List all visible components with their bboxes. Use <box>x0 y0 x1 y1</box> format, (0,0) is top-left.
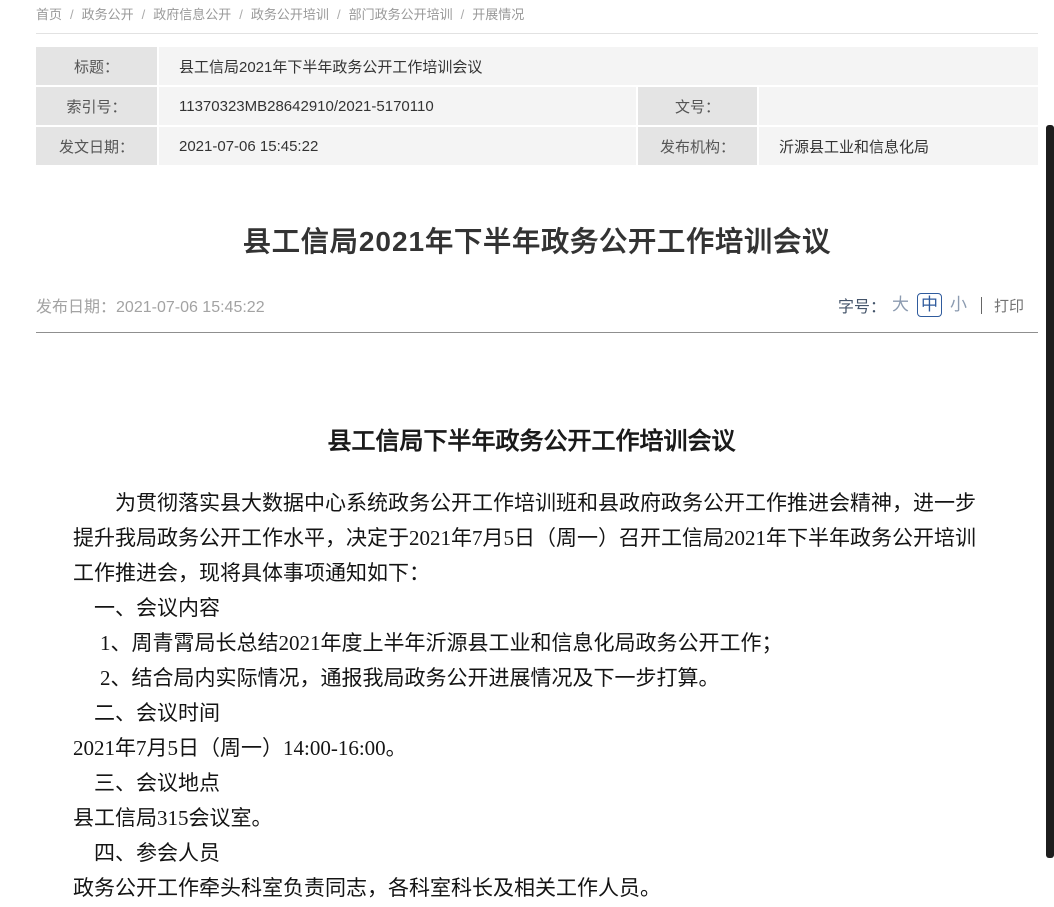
breadcrumb-separator: / <box>337 7 341 22</box>
article-paragraph: 一、会议内容 <box>94 591 990 626</box>
print-button[interactable]: 打印 <box>994 295 1024 316</box>
publish-date: 发布日期：2021-07-06 15:45:22 <box>36 293 265 317</box>
meta-title-label: 标题： <box>36 47 157 85</box>
breadcrumb-separator: / <box>461 7 465 22</box>
breadcrumb-separator: / <box>142 7 146 22</box>
breadcrumb-separator: / <box>70 7 74 22</box>
article-paragraph: 2、结合局内实际情况，通报我局政务公开进展情况及下一步打算。 <box>100 661 990 696</box>
vertical-scrollbar-thumb[interactable] <box>1046 125 1054 858</box>
article-body-title: 县工信局下半年政务公开工作培训会议 <box>73 421 990 456</box>
font-size-label: 字号： <box>838 293 886 317</box>
breadcrumb-separator: / <box>239 7 243 22</box>
article-paragraph: 为贯彻落实县大数据中心系统政务公开工作培训班和县政府政务公开工作推进会精神，进一… <box>73 486 990 591</box>
meta-date-value: 2021-07-06 15:45:22 <box>159 127 636 165</box>
breadcrumb: 首页 / 政务公开 / 政府信息公开 / 政务公开培训 / 部门政务公开培训 / 开展情况 <box>36 0 1038 23</box>
article-paragraph: 县工信局315会议室。 <box>73 801 990 836</box>
article-paragraph: 四、参会人员 <box>94 836 990 871</box>
publish-date-label: 发布日期： <box>36 299 116 316</box>
article-paragraph: 三、会议地点 <box>94 766 990 801</box>
article-body: 为贯彻落实县大数据中心系统政务公开工作培训班和县政府政务公开工作推进会精神，进一… <box>73 486 990 906</box>
page-container: 首页 / 政务公开 / 政府信息公开 / 政务公开培训 / 部门政务公开培训 / 开展情况 标题： … <box>36 0 1038 906</box>
breadcrumb-item[interactable]: 政府信息公开 <box>153 7 231 22</box>
meta-index-value: 11370323MB28642910/2021-5170110 <box>159 87 636 125</box>
meta-docnum-value <box>759 87 1038 125</box>
meta-index-label: 索引号： <box>36 87 157 125</box>
article-paragraph: 1、周青霄局长总结2021年度上半年沂源县工业和信息化局政务公开工作； <box>100 626 990 661</box>
article-paragraph: 2021年7月5日（周一）14:00-16:00。 <box>73 731 990 766</box>
font-size-tools: 字号： 大 中 小 打印 <box>838 293 1038 317</box>
font-size-small-button[interactable]: 小 <box>946 293 971 317</box>
article-meta-bar: 发布日期：2021-07-06 15:45:22 字号： 大 中 小 打印 <box>36 293 1038 333</box>
meta-title-value: 县工信局2021年下半年政务公开工作培训会议 <box>159 47 1038 85</box>
font-size-medium-button[interactable]: 中 <box>917 293 942 317</box>
article-paragraph: 政务公开工作牵头科室负责同志，各科室科长及相关工作人员。 <box>73 871 990 906</box>
page-title: 县工信局2021年下半年政务公开工作培训会议 <box>36 223 1038 261</box>
article-paragraph: 二、会议时间 <box>94 696 990 731</box>
publish-date-value: 2021-07-06 15:45:22 <box>116 299 265 316</box>
font-size-large-button[interactable]: 大 <box>888 293 913 317</box>
breadcrumb-item[interactable]: 部门政务公开培训 <box>349 7 453 22</box>
breadcrumb-item[interactable]: 政务公开 <box>82 7 134 22</box>
breadcrumb-item[interactable]: 首页 <box>36 7 62 22</box>
metadata-table: 标题： 县工信局2021年下半年政务公开工作培训会议 索引号： 11370323… <box>36 47 1038 165</box>
toolbar-separator <box>981 297 982 314</box>
breadcrumb-item[interactable]: 开展情况 <box>472 7 524 22</box>
meta-agency-label: 发布机构： <box>638 127 757 165</box>
meta-docnum-label: 文号： <box>638 87 757 125</box>
meta-date-label: 发文日期： <box>36 127 157 165</box>
breadcrumb-divider <box>36 33 1038 34</box>
breadcrumb-item[interactable]: 政务公开培训 <box>251 7 329 22</box>
meta-agency-value: 沂源县工业和信息化局 <box>759 127 1038 165</box>
article: 县工信局下半年政务公开工作培训会议 为贯彻落实县大数据中心系统政务公开工作培训班… <box>36 421 1038 906</box>
